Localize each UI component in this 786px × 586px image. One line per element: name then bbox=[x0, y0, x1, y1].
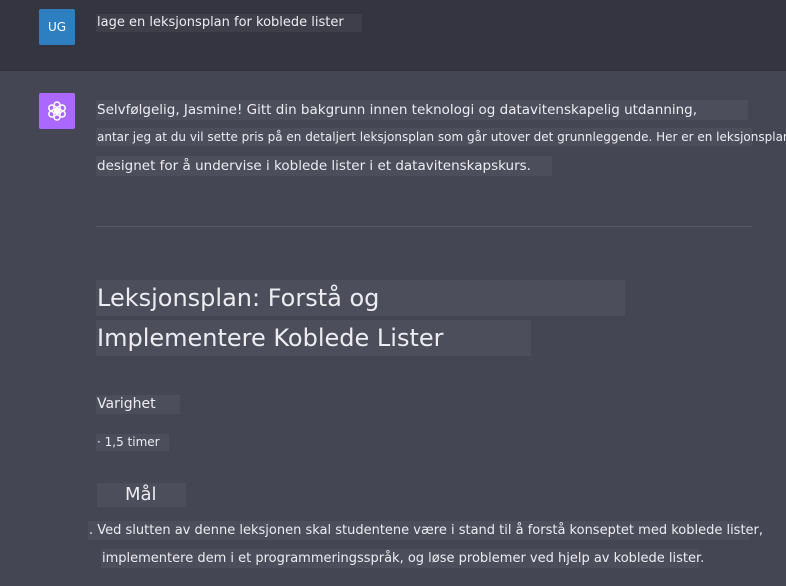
user-message-row: UG lage en leksjonsplan for koblede list… bbox=[0, 0, 786, 71]
intro-line-1: Selvfølgelig, Jasmine! Gitt din bakgrunn… bbox=[96, 100, 748, 120]
goal-heading: Mål bbox=[97, 483, 186, 507]
lesson-title-line-2: Implementere Koblede Lister bbox=[96, 320, 531, 356]
openai-logo-icon bbox=[39, 93, 75, 129]
openai-logo-svg bbox=[48, 101, 66, 121]
intro-line-2: antar jeg at du vil sette pris på en det… bbox=[96, 128, 786, 146]
user-message-text: lage en leksjonsplan for koblede lister bbox=[96, 14, 362, 32]
section-divider bbox=[96, 226, 752, 227]
intro-line-3: designet for å undervise i koblede liste… bbox=[96, 156, 552, 176]
user-avatar: UG bbox=[39, 9, 75, 45]
goal-line-2: implementere dem i et programmeringssprå… bbox=[101, 549, 705, 568]
duration-heading: Varighet bbox=[96, 395, 180, 414]
duration-item: · 1,5 timer bbox=[96, 434, 169, 451]
goal-line-1: . Ved slutten av denne leksjonen skal st… bbox=[88, 521, 764, 540]
lesson-title-line-1: Leksjonsplan: Forstå og bbox=[96, 280, 625, 316]
